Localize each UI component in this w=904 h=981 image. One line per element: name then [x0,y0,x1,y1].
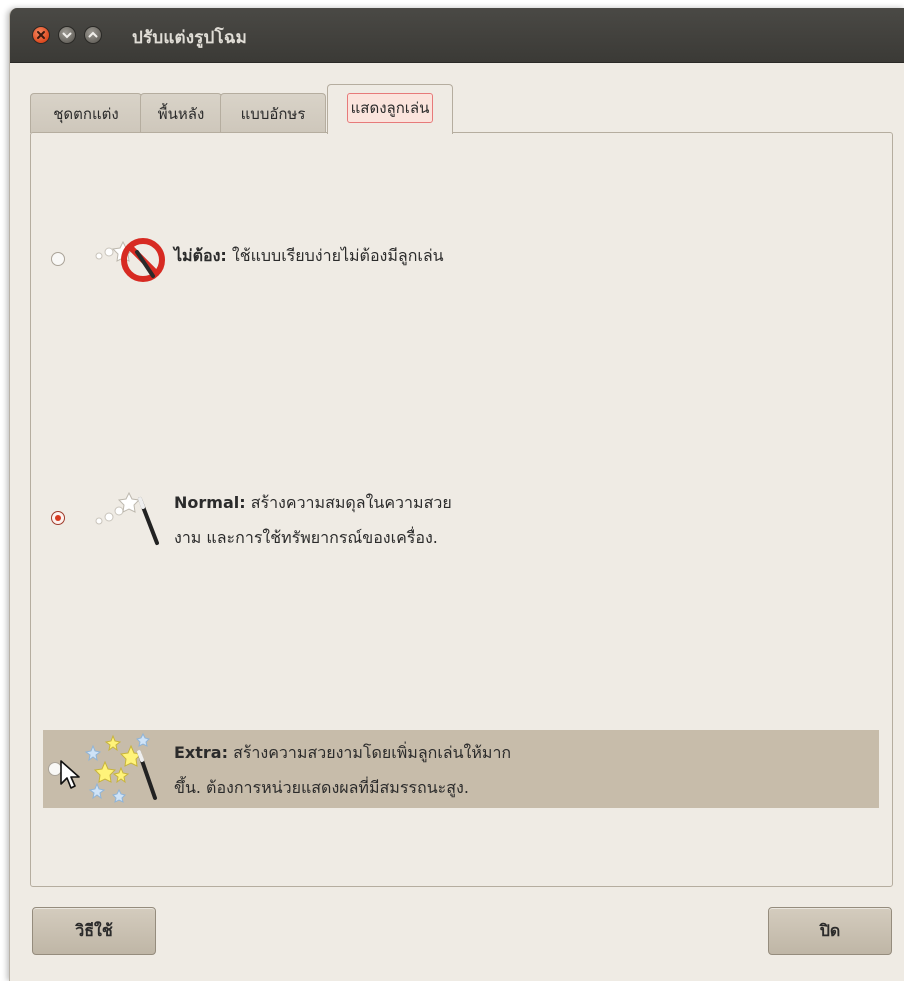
sparkle-wand-icon [84,732,157,803]
magic-wand-icon [95,491,159,545]
effects-extra-description-line1: สร้างความสวยงามโดยเพิ่มลูกเล่นให้มาก [227,743,512,762]
tab-visual-effects-label: แสดงลูกเล่น [346,93,434,123]
effects-option-normal[interactable]: Normal: สร้างความสมดุลในความสวย งาม และก… [43,473,879,563]
minimize-window-button[interactable] [58,26,76,44]
close-icon [37,31,45,39]
effects-normal-description-line2: งาม และการใช้ทรัพยากรณ์ของเครื่อง. [174,528,438,547]
mouse-pointer-icon [60,760,80,789]
effects-extra-text: Extra: สร้างความสวยงามโดยเพิ่มลูกเล่นให้… [174,735,511,805]
tab-background[interactable]: พื้นหลัง [140,93,222,133]
effects-none-radio[interactable] [51,252,65,266]
effects-normal-radio[interactable] [51,511,65,525]
close-window-button[interactable] [32,26,50,44]
visual-effects-panel: ไม่ต้อง: ใช้แบบเรียบง่ายไม่ต้องมีลูกเล่น… [30,132,893,887]
effects-normal-description-line1: สร้างความสมดุลในความสวย [245,493,452,512]
no-effects-icon [95,238,165,282]
tab-visual-effects[interactable]: แสดงลูกเล่น [327,84,453,134]
chevron-down-icon [62,32,72,39]
tab-theme[interactable]: ชุดตกแต่ง [30,93,142,133]
effects-none-title: ไม่ต้อง: [174,246,227,265]
window-title: ปรับแต่งรูปโฉม [132,28,248,48]
effects-option-none[interactable]: ไม่ต้อง: ใช้แบบเรียบง่ายไม่ต้องมีลูกเล่น [43,218,879,298]
effects-extra-description-line2: ขึ้น. ต้องการหน่วยแสดงผลที่มีสมรรถนะสูง. [174,778,469,797]
effects-none-description: ใช้แบบเรียบง่ายไม่ต้องมีลูกเล่น [226,246,444,265]
help-button[interactable]: วิธีใช้ [32,907,156,955]
effects-normal-text: Normal: สร้างความสมดุลในความสวย งาม และก… [174,485,452,555]
effects-none-text: ไม่ต้อง: ใช้แบบเรียบง่ายไม่ต้องมีลูกเล่น [174,238,444,273]
tab-fonts[interactable]: แบบอักษร [220,93,326,133]
maximize-window-button[interactable] [84,26,102,44]
titlebar: ปรับแต่งรูปโฉม [10,8,904,63]
effects-option-extra[interactable]: Extra: สร้างความสวยงามโดยเพิ่มลูกเล่นให้… [43,730,879,808]
effects-normal-title: Normal: [174,493,246,512]
appearance-window: ปรับแต่งรูปโฉม ชุดตกแต่ง พื้นหลัง แบบอัก… [9,8,904,981]
effects-extra-title: Extra: [174,743,228,762]
chevron-up-icon [88,31,98,38]
close-button[interactable]: ปิด [768,907,892,955]
